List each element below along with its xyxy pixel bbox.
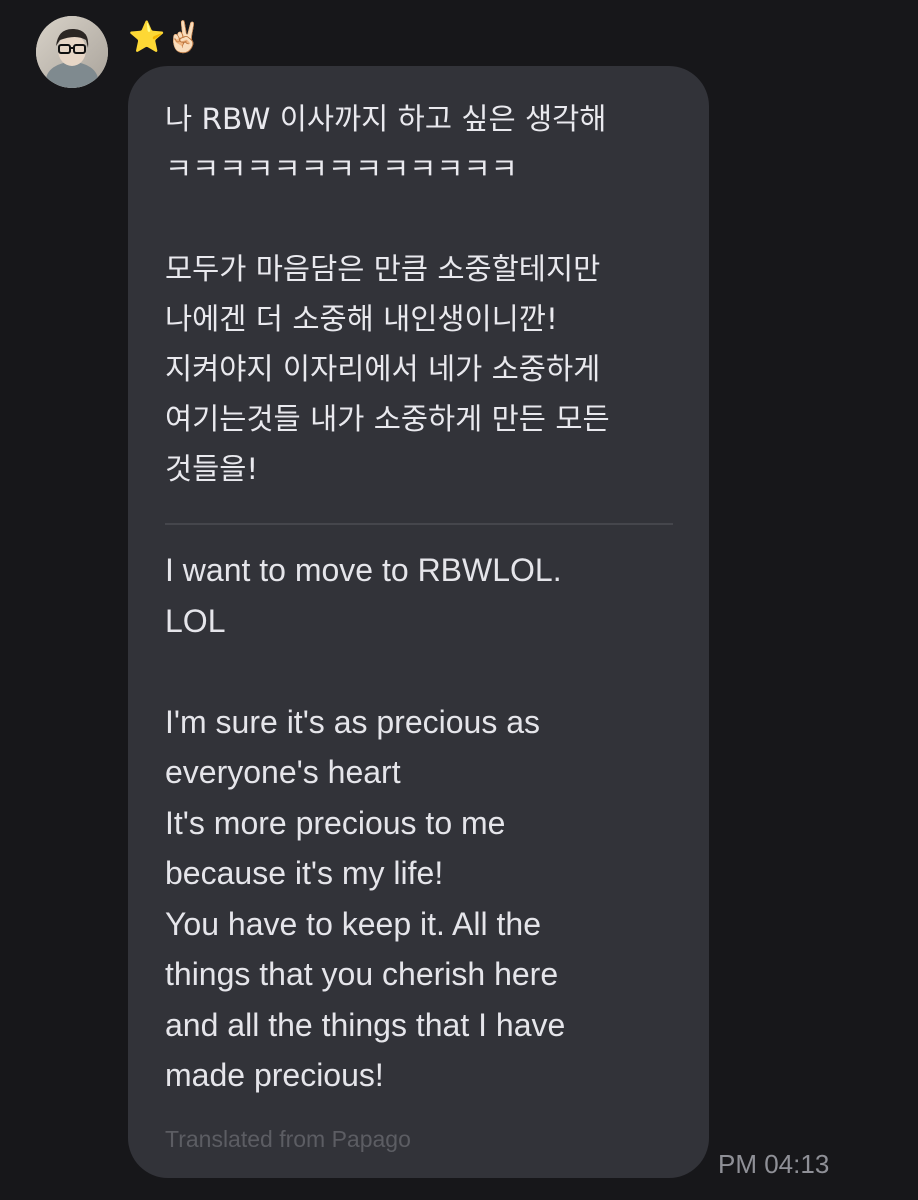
message-timestamp: PM 04:13 <box>718 1149 830 1179</box>
sender-name[interactable]: ⭐✌🏻 <box>128 18 203 58</box>
translation-divider <box>165 523 673 525</box>
sender-avatar[interactable] <box>36 16 108 88</box>
translation-credit: Translated from Papago <box>165 1126 411 1152</box>
chat-screen: ⭐✌🏻 나 RBW 이사까지 하고 싶은 생각해 ㅋㅋㅋㅋㅋㅋㅋㅋㅋㅋㅋㅋㅋ 모… <box>0 0 918 1200</box>
original-message-text: 나 RBW 이사까지 하고 싶은 생각해 ㅋㅋㅋㅋㅋㅋㅋㅋㅋㅋㅋㅋㅋ 모두가 마… <box>165 102 610 486</box>
translated-message-text: I want to move to RBWLOL. LOL I'm sure i… <box>165 552 566 1093</box>
message-bubble[interactable]: 나 RBW 이사까지 하고 싶은 생각해 ㅋㅋㅋㅋㅋㅋㅋㅋㅋㅋㅋㅋㅋ 모두가 마… <box>128 66 709 1178</box>
avatar-photo-icon <box>36 16 108 88</box>
